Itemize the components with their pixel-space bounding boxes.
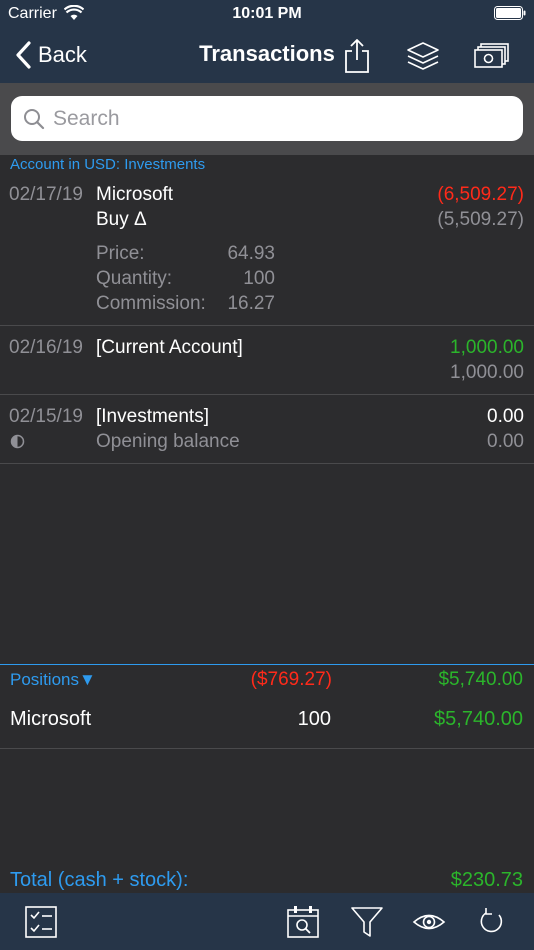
refresh-button[interactable] xyxy=(472,903,510,941)
checklist-icon xyxy=(25,906,57,938)
transaction-date: 02/15/19 xyxy=(9,406,83,427)
detail-label: Price: xyxy=(96,243,145,264)
cash-icon xyxy=(474,43,509,68)
position-value: $5,740.00 xyxy=(434,708,523,730)
navigation-bar: Back Transactions xyxy=(0,30,534,83)
transaction-amount: 0.00 xyxy=(487,406,524,427)
positions-value: $5,740.00 xyxy=(438,669,523,690)
detail-label: Quantity: xyxy=(96,268,173,289)
chevron-left-icon xyxy=(16,41,31,69)
share-button[interactable] xyxy=(337,36,377,76)
transaction-amount: 1,000.00 xyxy=(450,337,524,358)
positions-divider xyxy=(0,664,534,665)
transaction-row[interactable]: 02/15/19 [Investments] 0.00 Opening bala… xyxy=(0,395,534,464)
position-name: Microsoft xyxy=(10,708,92,730)
status-bar: Carrier 10:01 PM xyxy=(0,0,534,30)
detail-value: 64.93 xyxy=(227,243,275,264)
transaction-action: Buy Δ xyxy=(96,209,147,230)
transaction-row[interactable]: 02/17/19 Microsoft (6,509.27) Buy Δ (5,5… xyxy=(0,176,534,326)
detail-label: Commission: xyxy=(96,293,206,314)
transaction-date: 02/17/19 xyxy=(9,184,83,205)
back-button[interactable]: Back xyxy=(14,38,87,72)
refresh-icon xyxy=(480,908,503,933)
filter-button[interactable] xyxy=(348,903,386,941)
total-value: $230.73 xyxy=(450,869,523,891)
transaction-balance: 0.00 xyxy=(487,431,524,452)
calendar-search-button[interactable] xyxy=(284,903,322,941)
search-bar[interactable] xyxy=(11,96,523,141)
position-quantity: 100 xyxy=(297,708,331,730)
positions-gain: ($769.27) xyxy=(250,669,332,690)
bottom-toolbar xyxy=(0,893,534,950)
reconcile-status-icon xyxy=(10,434,25,449)
detail-value: 100 xyxy=(243,268,275,289)
layers-icon xyxy=(407,42,439,70)
layers-button[interactable] xyxy=(403,36,443,76)
positions-toggle[interactable]: Positions▼ xyxy=(10,670,96,690)
share-icon xyxy=(345,39,369,73)
transaction-balance: 1,000.00 xyxy=(450,362,524,383)
transaction-payee: [Investments] xyxy=(96,406,209,427)
filter-icon xyxy=(351,907,383,937)
battery-icon xyxy=(494,6,526,20)
detail-value: 16.27 xyxy=(227,293,275,314)
transaction-payee: Microsoft xyxy=(96,184,174,205)
search-area xyxy=(0,83,534,155)
eye-icon xyxy=(412,914,446,930)
transaction-memo: Opening balance xyxy=(96,431,240,452)
search-icon xyxy=(24,108,45,129)
calendar-search-icon xyxy=(287,906,319,938)
search-input[interactable] xyxy=(53,106,493,131)
total-label: Total (cash + stock): xyxy=(10,869,189,891)
status-time: 10:01 PM xyxy=(232,5,302,22)
transaction-amount: (6,509.27) xyxy=(437,184,524,205)
position-row[interactable]: Microsoft 100 $5,740.00 xyxy=(0,696,534,749)
transaction-balance: (5,509.27) xyxy=(437,209,524,230)
transaction-date: 02/16/19 xyxy=(9,337,83,358)
visibility-button[interactable] xyxy=(410,903,448,941)
transaction-row[interactable]: 02/16/19 [Current Account] 1,000.00 1,00… xyxy=(0,326,534,395)
transaction-payee: [Current Account] xyxy=(96,337,243,358)
cash-button[interactable] xyxy=(472,36,512,76)
header-bar: Carrier 10:01 PM Back Transactions xyxy=(0,0,534,83)
back-label: Back xyxy=(38,42,87,67)
account-header: Account in USD: Investments xyxy=(10,156,206,173)
checklist-button[interactable] xyxy=(22,903,60,941)
